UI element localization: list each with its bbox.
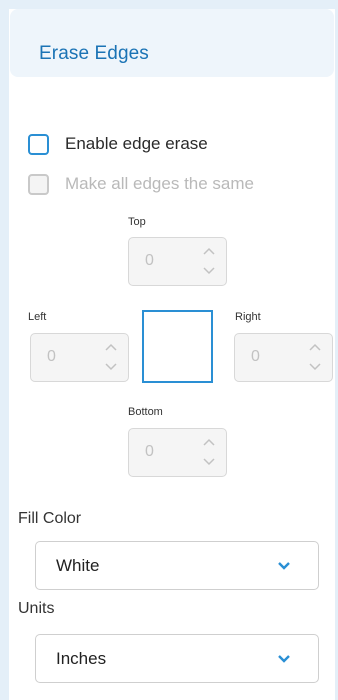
left-edge-stepper[interactable]: 0 xyxy=(30,333,129,382)
fill-color-value: White xyxy=(56,556,100,575)
enable-edge-erase-checkbox[interactable] xyxy=(28,133,49,155)
left-edge-label: Left xyxy=(28,311,47,323)
units-label: Units xyxy=(18,600,55,617)
fill-color-label: Fill Color xyxy=(18,510,82,527)
chevron-down-icon[interactable] xyxy=(104,362,118,372)
make-all-edges-same-label: Make all edges the same xyxy=(65,174,254,193)
enable-edge-erase-label: Enable edge erase xyxy=(65,134,208,153)
chevron-up-icon[interactable] xyxy=(104,342,118,352)
make-all-edges-same-option[interactable]: Make all edges the same xyxy=(28,173,254,195)
chevron-down-icon[interactable] xyxy=(308,362,322,372)
make-all-edges-same-checkbox[interactable] xyxy=(28,173,49,195)
top-edge-stepper[interactable]: 0 xyxy=(128,237,227,286)
panel-title: Erase Edges xyxy=(39,43,149,64)
right-edge-stepper[interactable]: 0 xyxy=(234,333,333,382)
right-edge-value: 0 xyxy=(251,348,260,365)
chevron-down-icon xyxy=(276,559,292,571)
top-edge-label: Top xyxy=(128,216,146,228)
chevron-up-icon[interactable] xyxy=(202,246,216,256)
chevron-down-icon[interactable] xyxy=(202,266,216,276)
units-select[interactable]: Inches xyxy=(35,634,319,683)
fill-color-select[interactable]: White xyxy=(35,541,319,590)
enable-edge-erase-option[interactable]: Enable edge erase xyxy=(28,133,208,155)
bottom-edge-value: 0 xyxy=(145,443,154,460)
panel-header: Erase Edges xyxy=(10,9,334,77)
chevron-down-icon[interactable] xyxy=(202,457,216,467)
left-edge-value: 0 xyxy=(47,348,56,365)
chevron-up-icon[interactable] xyxy=(308,342,322,352)
bottom-edge-label: Bottom xyxy=(128,406,163,418)
bottom-edge-stepper[interactable]: 0 xyxy=(128,428,227,477)
edge-preview-box xyxy=(142,310,213,383)
chevron-up-icon[interactable] xyxy=(202,437,216,447)
right-edge-label: Right xyxy=(235,311,261,323)
units-value: Inches xyxy=(56,649,107,668)
top-edge-value: 0 xyxy=(145,252,154,269)
chevron-down-icon xyxy=(276,652,292,664)
